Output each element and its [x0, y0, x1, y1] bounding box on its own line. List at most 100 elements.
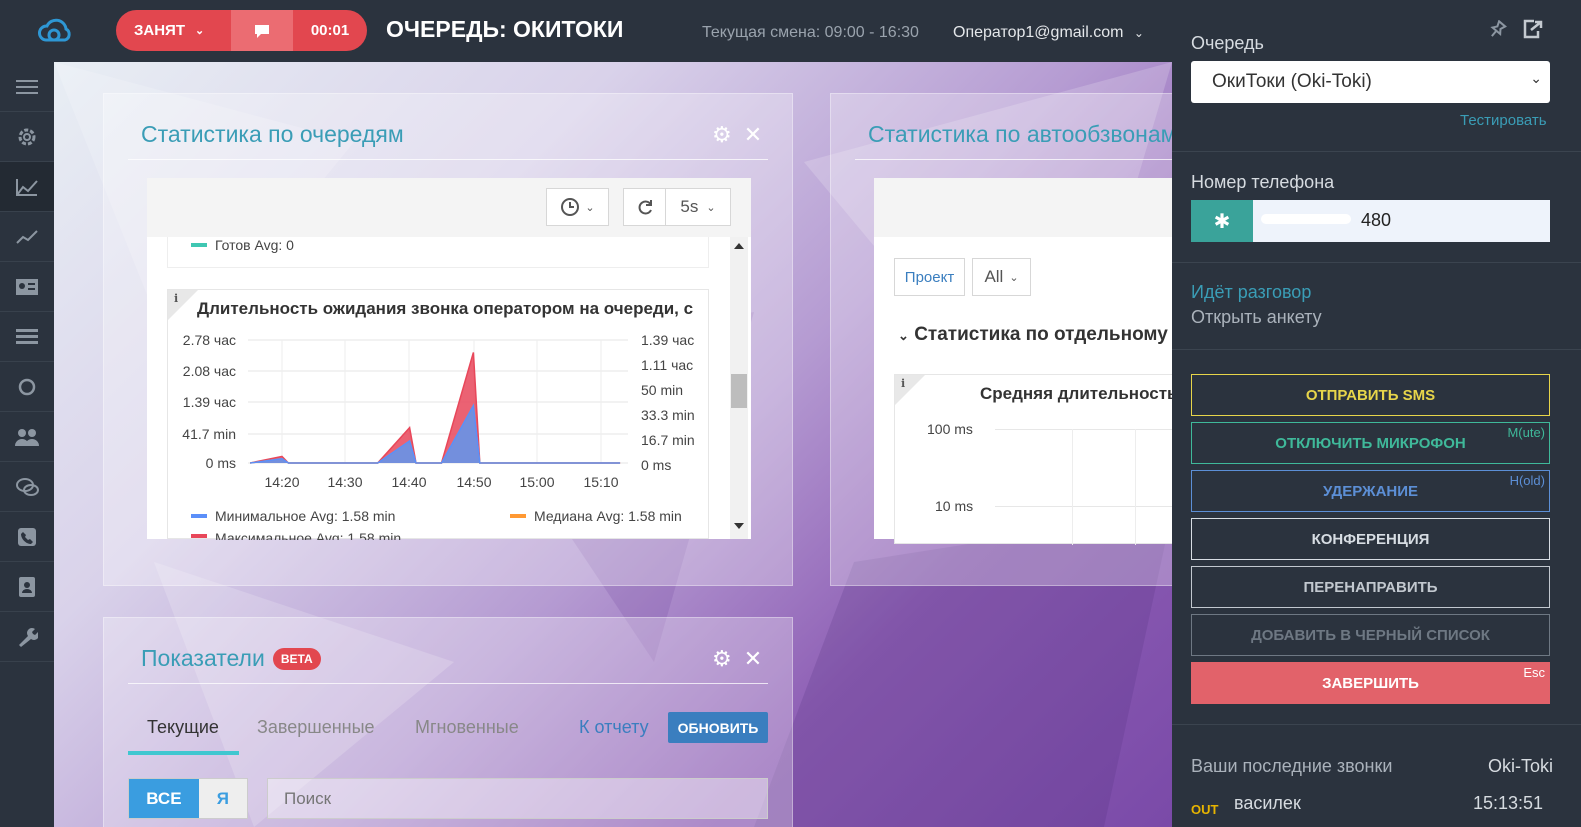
project-dropdown[interactable]: All ⌄ — [972, 258, 1031, 296]
user-menu[interactable]: Оператор1@gmail.com ⌄ — [953, 24, 1144, 42]
x-tick: 14:30 — [327, 474, 362, 490]
legend-max: Максимальное Avg: 1.58 min — [215, 530, 402, 540]
id-card-icon[interactable] — [0, 262, 54, 312]
info-icon[interactable]: i — [174, 292, 178, 305]
mute-button[interactable]: ОТКЛЮЧИТЬ МИКРОФОН M(ute) — [1191, 422, 1550, 464]
send-sms-button[interactable]: ОТПРАВИТЬ SMS — [1191, 374, 1550, 416]
refresh-interval-dropdown[interactable]: 5s ⌄ — [665, 188, 731, 226]
phone-icon[interactable] — [0, 512, 54, 562]
active-tab-indicator — [128, 751, 239, 755]
chart-card: ⌄ 5s ⌄ Готов Avg: 0 i Длительность ожида… — [147, 178, 751, 540]
action-label: ОТКЛЮЧИТЬ МИКРОФОН — [1275, 434, 1466, 452]
gear-icon[interactable]: ⚙ — [712, 122, 732, 148]
tab-completed[interactable]: Завершенные — [257, 717, 375, 738]
recent-call-name[interactable]: василек — [1234, 793, 1301, 814]
graph-title: Длительность ожидания звонка оператором … — [197, 299, 694, 318]
refresh-interval: 5s — [680, 197, 699, 216]
menu-icon[interactable] — [0, 62, 54, 112]
pin-icon[interactable] — [1487, 19, 1507, 45]
top-bar: ЗАНЯТ ⌄ 00:01 ОЧЕРЕДЬ: ОКИТОКИ Текущая с… — [0, 0, 1172, 62]
refresh-button[interactable]: ОБНОВИТЬ — [668, 712, 768, 743]
wait-time-graph: i Длительность ожидания звонка операторо… — [167, 289, 709, 540]
dashboard-area: Статистика по очередям ⚙ ✕ ⌄ 5s ⌄ Готов … — [54, 62, 1172, 827]
hotkey-hint: Esc — [1523, 665, 1545, 680]
action-label: ПЕРЕНАПРАВИТЬ — [1303, 578, 1438, 596]
info-icon[interactable]: i — [901, 377, 905, 390]
cloud-logo-icon[interactable] — [36, 16, 76, 46]
status-dropdown[interactable]: ЗАНЯТ ⌄ — [116, 10, 231, 51]
filter-all-button[interactable]: ВСЕ — [129, 779, 199, 818]
y-tick: 100 ms — [927, 421, 973, 437]
logout-icon[interactable] — [1522, 19, 1544, 44]
test-link[interactable]: Тестировать — [1460, 112, 1547, 129]
search-input[interactable] — [267, 778, 768, 819]
ready-legend-row: Готов Avg: 0 — [167, 237, 709, 268]
divider — [1172, 151, 1581, 152]
filter-me-button[interactable]: Я — [198, 779, 247, 818]
gear-icon[interactable]: ⚙ — [712, 646, 732, 672]
chevron-down-icon: ⌄ — [706, 201, 716, 214]
open-form-link[interactable]: Открыть анкету — [1191, 307, 1322, 328]
section-toggle[interactable]: ⌄ Статистика по отдельному — [898, 324, 1168, 346]
list-icon[interactable] — [0, 312, 54, 362]
line-chart: 2.78 час 2.08 час 1.39 час 41.7 min 0 ms 1.39… — [182, 332, 695, 490]
indicators-panel: Показатели BETA ⚙ ✕ Текущие Завершенные … — [103, 617, 793, 827]
phone-label: Номер телефона — [1191, 172, 1335, 192]
y-tick-left: 1.39 час — [183, 394, 236, 410]
time-range-button[interactable]: ⌄ — [546, 188, 609, 226]
chat-icon[interactable] — [0, 462, 54, 512]
line-chart-icon[interactable] — [0, 212, 54, 262]
close-icon[interactable]: ✕ — [744, 646, 762, 672]
clock-icon — [561, 198, 580, 216]
shift-info: Текущая смена: 09:00 - 16:30 — [702, 24, 919, 41]
y-tick-right: 16.7 min — [641, 432, 695, 448]
wrench-icon[interactable] — [0, 612, 54, 662]
refresh-icon — [638, 200, 652, 215]
phone-input[interactable]: 480 — [1253, 200, 1550, 242]
autodial-stats-panel: Статистика по автообзвонам Проект All ⌄ … — [830, 93, 1172, 586]
scrollbar[interactable] — [730, 237, 748, 539]
action-label: ЗАВЕРШИТЬ — [1322, 674, 1419, 692]
divider — [128, 683, 768, 684]
hangup-button[interactable]: ЗАВЕРШИТЬ Esc — [1191, 662, 1550, 704]
conference-button[interactable]: КОНФЕРЕНЦИЯ — [1191, 518, 1550, 560]
y-tick-right: 1.11 час — [641, 357, 693, 373]
legend-median: Медиана Avg: 1.58 min — [534, 508, 682, 524]
legend-swatch — [191, 243, 207, 247]
contact-book-icon[interactable] — [0, 562, 54, 612]
asterisk-button[interactable]: ✱ — [1191, 200, 1253, 242]
y-tick-right: 1.39 час — [641, 332, 694, 348]
phone-value: 480 — [1361, 210, 1392, 230]
divider — [128, 159, 768, 160]
series-area — [250, 352, 621, 463]
divider — [855, 159, 1172, 160]
chevron-down-icon: ⌄ — [1009, 271, 1019, 284]
scroll-thumb[interactable] — [731, 374, 747, 408]
legend-swatch — [510, 514, 526, 518]
users-icon[interactable] — [0, 412, 54, 462]
close-icon[interactable]: ✕ — [744, 122, 762, 148]
refresh-button[interactable] — [623, 188, 666, 226]
chat-button[interactable] — [231, 10, 293, 51]
recent-call-time: 15:13:51 — [1473, 793, 1544, 813]
scroll-down-icon[interactable] — [734, 523, 744, 529]
transfer-button[interactable]: ПЕРЕНАПРАВИТЬ — [1191, 566, 1550, 608]
queue-label: Очередь — [1191, 33, 1264, 53]
hotkey-hint: H(old) — [1509, 473, 1545, 488]
x-tick: 15:00 — [519, 474, 554, 490]
gridline — [995, 429, 1172, 430]
blacklist-button[interactable]: ДОБАВИТЬ В ЧЕРНЫЙ СПИСОК — [1191, 614, 1550, 656]
chart-toolbar — [874, 178, 1172, 237]
scroll-up-icon[interactable] — [734, 243, 744, 249]
gear-icon[interactable] — [0, 112, 54, 162]
duration-graph: i Средняя длительность 100 ms 10 ms — [894, 374, 1172, 545]
tab-current[interactable]: Текущие — [147, 717, 219, 738]
report-link[interactable]: К отчету — [579, 717, 649, 738]
hold-button[interactable]: УДЕРЖАНИЕ H(old) — [1191, 470, 1550, 512]
queue-select[interactable]: ОкиТоки (Oki-Toki) ⌄ — [1191, 61, 1550, 103]
y-tick-left: 0 ms — [206, 455, 236, 471]
circle-icon[interactable] — [0, 362, 54, 412]
area-chart-icon[interactable] — [0, 162, 54, 212]
panel-title: Статистика по автообзвонам — [868, 121, 1172, 147]
tab-instant[interactable]: Мгновенные — [415, 717, 519, 738]
